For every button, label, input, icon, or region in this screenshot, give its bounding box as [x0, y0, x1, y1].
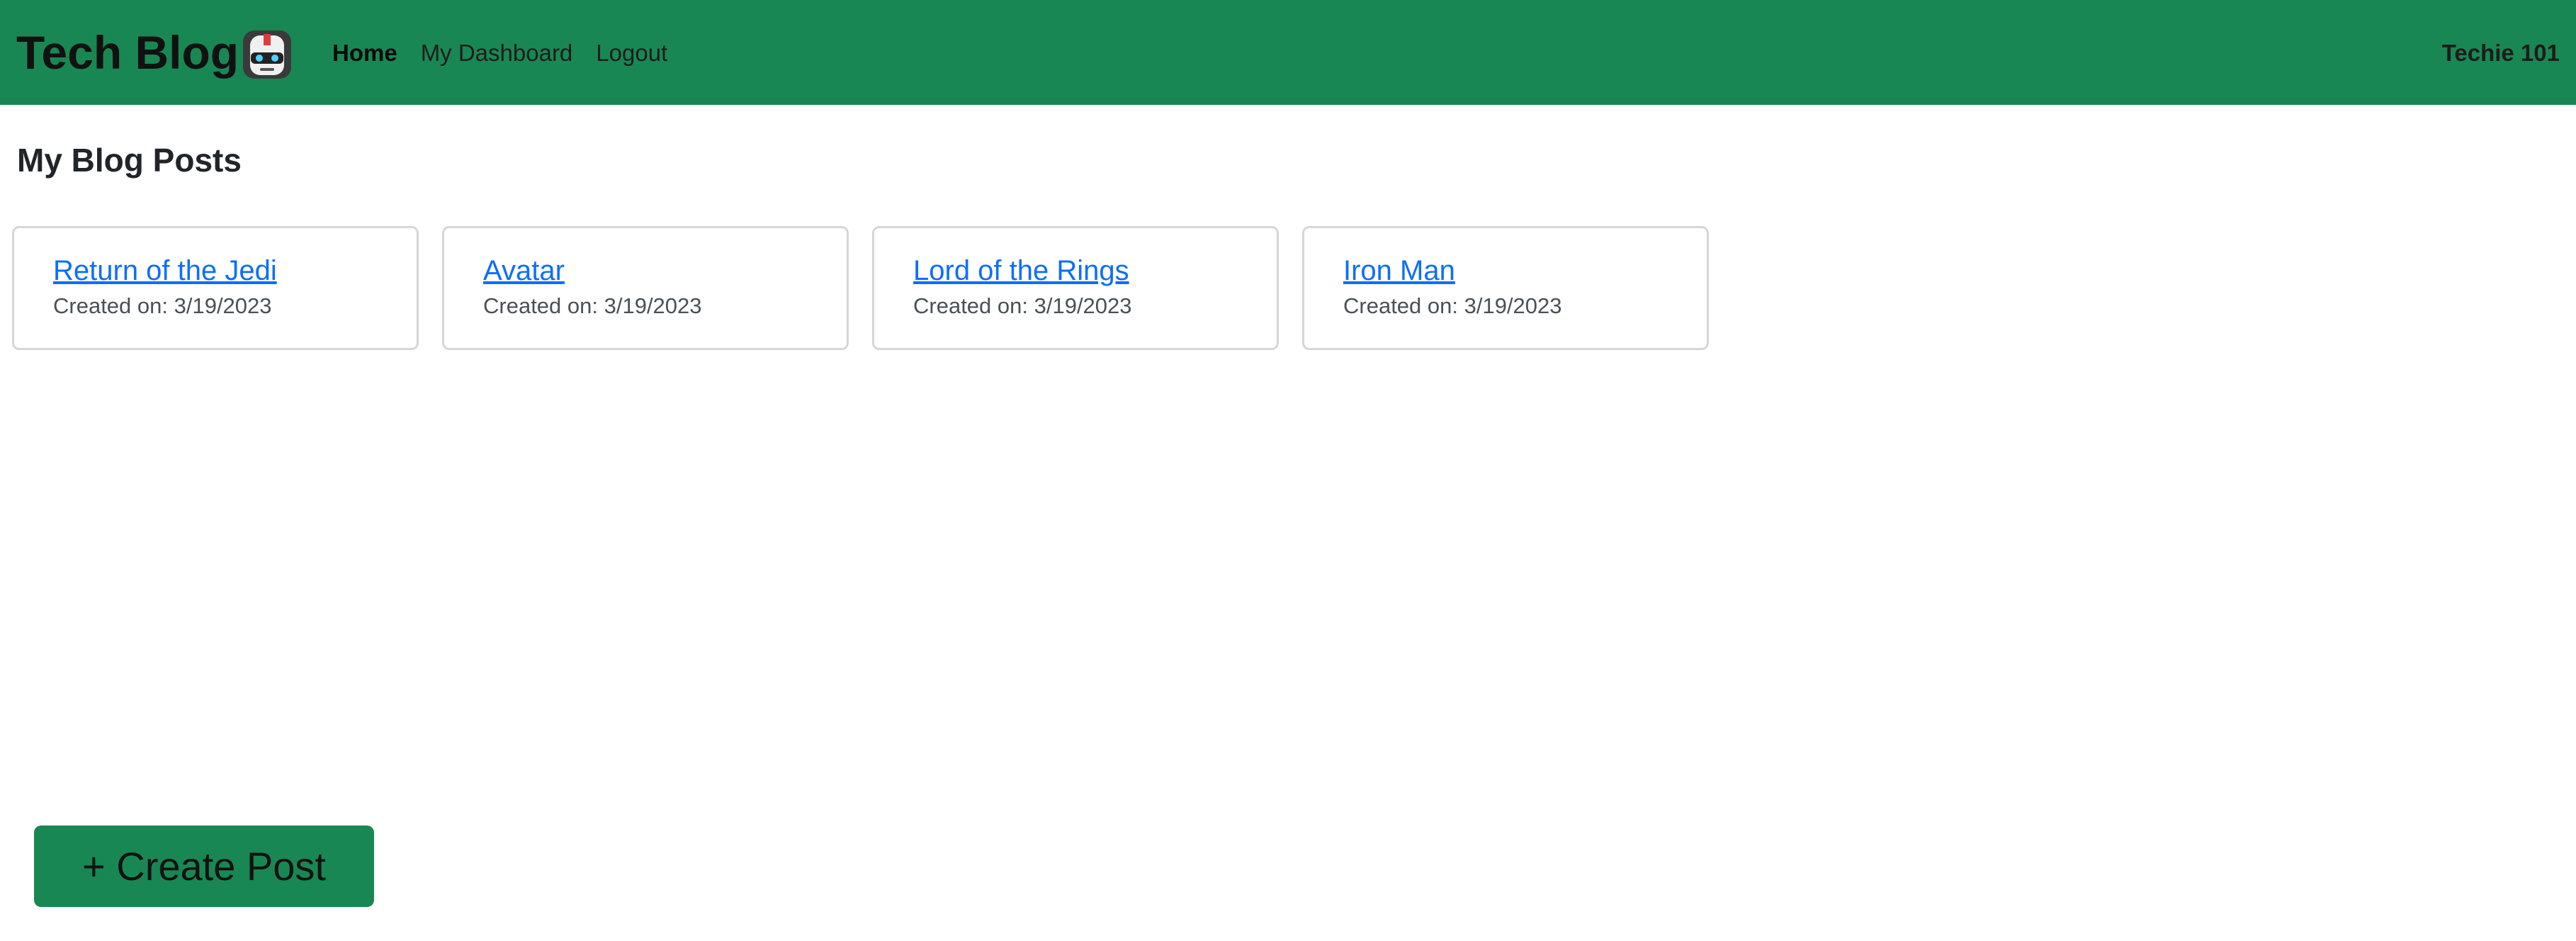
post-title-link[interactable]: Avatar — [483, 253, 847, 288]
post-card: Iron Man Created on: 3/19/2023 — [1302, 226, 1709, 350]
post-title-link[interactable]: Lord of the Rings — [913, 253, 1277, 288]
post-card: Return of the Jedi Created on: 3/19/2023 — [12, 226, 419, 350]
post-created-date: Created on: 3/19/2023 — [483, 293, 702, 318]
post-title-link[interactable]: Return of the Jedi — [53, 253, 417, 288]
brand-title[interactable]: Tech Blog — [16, 24, 239, 81]
page-title: My Blog Posts — [17, 142, 242, 179]
post-created-date: Created on: 3/19/2023 — [913, 293, 1132, 318]
top-navbar: Tech Blog Home My Dashboard Logout Techi… — [0, 0, 2576, 105]
username-label: Techie 101 — [2441, 40, 2560, 66]
post-title-link[interactable]: Iron Man — [1343, 253, 1707, 288]
post-card: Avatar Created on: 3/19/2023 — [442, 226, 849, 350]
post-list: Return of the Jedi Created on: 3/19/2023… — [12, 226, 1709, 350]
post-created-date: Created on: 3/19/2023 — [53, 293, 272, 318]
post-created-date: Created on: 3/19/2023 — [1343, 293, 1562, 318]
nav-home-link[interactable]: Home — [332, 37, 397, 69]
nav-logout-link[interactable]: Logout — [596, 37, 667, 69]
post-card: Lord of the Rings Created on: 3/19/2023 — [872, 226, 1279, 350]
create-post-button[interactable]: + Create Post — [34, 826, 374, 907]
robot-icon — [243, 30, 291, 79]
nav-links: Home My Dashboard Logout — [332, 37, 667, 69]
nav-dashboard-link[interactable]: My Dashboard — [421, 37, 573, 69]
